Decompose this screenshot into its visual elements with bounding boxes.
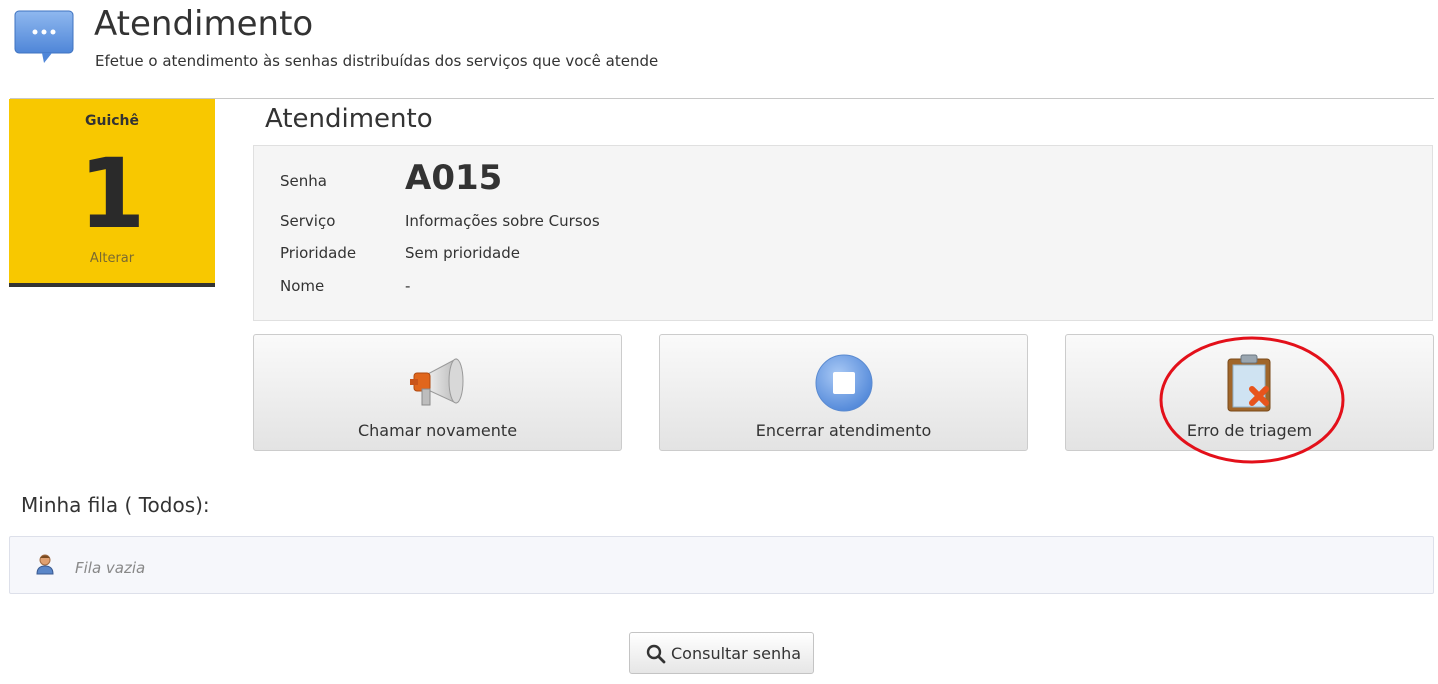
attendance-section-title: Atendimento xyxy=(265,104,433,134)
change-guiche-link[interactable]: Alterar xyxy=(9,251,215,266)
chat-bubble-icon xyxy=(14,10,74,64)
user-icon xyxy=(34,553,56,575)
servico-value: Informações sobre Cursos xyxy=(405,212,600,230)
guiche-panel: Guichê 1 Alterar xyxy=(9,99,215,287)
queue-panel: Fila vazia xyxy=(9,536,1434,594)
triage-error-button[interactable]: Erro de triagem xyxy=(1065,334,1434,451)
senha-value: A015 xyxy=(405,158,503,198)
nome-value: - xyxy=(405,277,411,295)
guiche-label: Guichê xyxy=(84,113,140,129)
page-subtitle: Efetue o atendimento às senhas distribuí… xyxy=(95,52,659,70)
consult-ticket-label: Consultar senha xyxy=(671,644,802,663)
call-again-label: Chamar novamente xyxy=(357,421,518,440)
attendance-info-panel: Senha A015 Serviço Informações sobre Cur… xyxy=(253,145,1433,321)
queue-empty-text: Fila vazia xyxy=(75,559,146,577)
servico-label: Serviço xyxy=(280,212,336,230)
clipboard-error-icon xyxy=(1218,353,1282,413)
guiche-number: 1 xyxy=(78,138,146,250)
search-icon xyxy=(646,644,666,664)
header-divider xyxy=(10,98,1434,99)
triage-error-label: Erro de triagem xyxy=(1186,421,1313,440)
page-title: Atendimento xyxy=(94,4,314,44)
call-again-button[interactable]: Chamar novamente xyxy=(253,334,622,451)
queue-title: Minha fila ( Todos): xyxy=(21,493,210,517)
nome-label: Nome xyxy=(280,277,325,295)
consult-ticket-button[interactable]: Consultar senha xyxy=(629,632,814,674)
end-attendance-button[interactable]: Encerrar atendimento xyxy=(659,334,1028,451)
prioridade-label: Prioridade xyxy=(280,244,357,262)
stop-icon xyxy=(812,353,876,413)
end-attendance-label: Encerrar atendimento xyxy=(755,421,932,440)
senha-label: Senha xyxy=(280,172,327,190)
megaphone-icon xyxy=(406,353,470,413)
prioridade-value: Sem prioridade xyxy=(405,244,520,262)
